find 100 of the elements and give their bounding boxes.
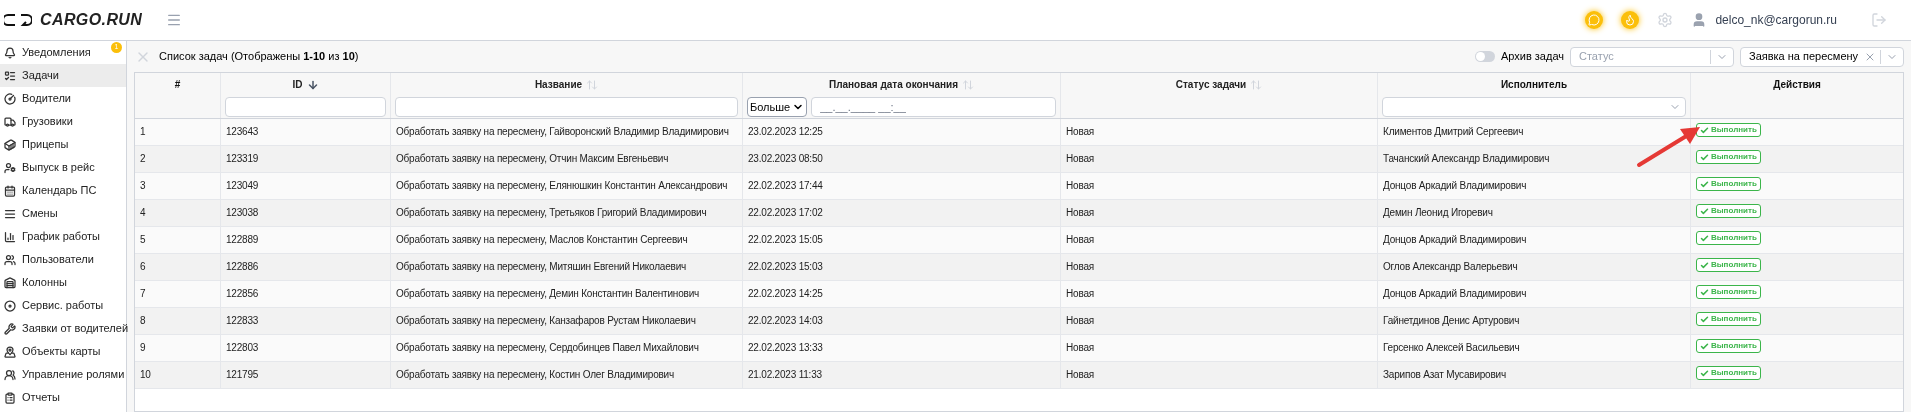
column-header[interactable]: ID: [292, 77, 303, 92]
column-header[interactable]: Название: [534, 77, 583, 92]
table-cell-text: Обработать заявку на пересмену, Костин Олег Владимирович: [396, 368, 675, 382]
toggle-label: Архив задач: [1500, 49, 1564, 65]
sidebar-item[interactable]: Сервис. работы: [0, 294, 126, 317]
table-cell-text: Тачанский Александр Владимирович: [1383, 152, 1551, 166]
filter-input[interactable]: [225, 97, 386, 117]
table-cell-text: 22.02.2023 14:03: [748, 314, 824, 328]
sort-icon[interactable]: [586, 78, 599, 91]
table-cell-text: Новая: [1066, 341, 1095, 355]
table-cell-text: 122833: [226, 314, 260, 328]
table-row[interactable]: 3 123049 Обработать заявку на пересмену, Елянюшкин Константин Александрович 22.02.2023 17:44 Новая Донцов Аркадий Владимирович Выполнить: [135, 173, 1903, 200]
table-row[interactable]: 4 123038 Обработать заявку на пересмену, Третьяков Григорий Владимирович 22.02.2023 17:02 Новая Демин Леонид Игоревич Выполнить: [135, 200, 1903, 227]
table-cell-text: 5: [140, 233, 147, 247]
table-cell-text: Донцов Аркадий Владимирович: [1383, 233, 1528, 247]
table-cell-text: 123038: [226, 206, 260, 220]
sidebar-item[interactable]: Выпуск в рейс: [0, 156, 126, 179]
user-email[interactable]: delco_nk@cargorun.ru: [1715, 11, 1837, 29]
disc-icon: [4, 299, 16, 312]
table-cell-text: Новая: [1066, 152, 1095, 166]
date-input[interactable]: __.__.____ __:__: [811, 97, 1056, 117]
table-cell-text: Новая: [1066, 260, 1095, 274]
table-cell-text: Обработать заявку на пересмену, Демин Константин Валентинович: [396, 287, 701, 301]
table-row[interactable]: 2 123319 Обработать заявку на пересмену, Отчин Максим Евгеньевич 23.02.2023 08:50 Новая Тачанский Александр Владимирович Выполнить: [135, 146, 1903, 173]
table-row[interactable]: 5 122889 Обработать заявку на пересмену, Маслов Константин Сергеевич 22.02.2023 15:05 Новая Донцов Аркадий Владимирович Выполнить: [135, 227, 1903, 254]
menu-icon[interactable]: [166, 12, 183, 28]
table-cell-text: 22.02.2023 17:44: [748, 179, 824, 193]
table-cell-text: Новая: [1066, 206, 1095, 220]
sort-desc-icon[interactable]: [306, 78, 319, 91]
table-cell-text: Гайнетдинов Денис Артурович: [1383, 314, 1521, 328]
check-icon: [1700, 341, 1709, 351]
sidebar-item[interactable]: График работы: [0, 225, 126, 248]
table-cell-text: Обработать заявку на пересмену, Канзафаров Рустам Николаевич: [396, 314, 697, 328]
gauge-icon: [4, 92, 16, 105]
users-icon: [4, 253, 16, 266]
sidebar-item[interactable]: Водители: [0, 87, 126, 110]
table-cell-text: 123049: [226, 179, 260, 193]
filter-input[interactable]: [395, 97, 738, 117]
table-cell-text: 122886: [226, 260, 260, 274]
table-cell-text: 22.02.2023 14:25: [748, 287, 824, 301]
archive-toggle[interactable]: [1474, 51, 1495, 62]
table-cell-text: 6: [140, 260, 147, 274]
table-cell-text: 122803: [226, 341, 260, 355]
check-icon: [1700, 152, 1709, 162]
chat-icon[interactable]: [1585, 11, 1604, 29]
check-icon: [1700, 125, 1709, 135]
table-cell-text: Донцов Аркадий Владимирович: [1383, 179, 1528, 193]
table-row[interactable]: 7 122856 Обработать заявку на пересмену, Демин Константин Валентинович 22.02.2023 14:25 Новая Донцов Аркадий Владимирович Выполнить: [135, 281, 1903, 308]
table-cell-text: Донцов Аркадий Владимирович: [1383, 287, 1528, 301]
flame-icon[interactable]: [1621, 11, 1640, 29]
sidebar-item[interactable]: Грузовики: [0, 110, 126, 133]
table-cell-text: Обработать заявку на пересмену, Третьяков Григорий Владимирович: [396, 206, 708, 220]
sidebar-item[interactable]: Управление ролями: [0, 363, 126, 386]
table-cell-text: Обработать заявку на пересмену, Отчин Максим Евгеньевич: [396, 152, 670, 166]
page-title: Список задач (Отображены 1-10 из 10): [159, 49, 359, 65]
table-cell-text: 123319: [226, 152, 260, 166]
sidebar-item[interactable]: Смены: [0, 202, 126, 225]
building-icon: [4, 276, 16, 289]
sort-icon[interactable]: [1250, 78, 1263, 91]
table-row[interactable]: 9 122803 Обработать заявку на пересмену, Сердобинцев Павел Михайлович 22.02.2023 13:33 Новая Герсенко Алексей Васильевич Выполнить: [135, 335, 1903, 362]
sidebar-item[interactable]: Задачи: [0, 64, 126, 87]
check-icon: [1700, 287, 1709, 297]
table-cell-text: Обработать заявку на пересмену, Елянюшкин Константин Александрович: [396, 179, 729, 193]
settings-icon[interactable]: [1657, 12, 1674, 28]
sidebar-item[interactable]: Прицепы: [0, 133, 126, 156]
sidebar-item[interactable]: Объекты карты: [0, 340, 126, 363]
column-header[interactable]: Плановая дата окончания: [828, 77, 959, 92]
table-row[interactable]: 8 122833 Обработать заявку на пересмену, Канзафаров Рустам Николаевич 22.02.2023 14:03 Новая Гайнетдинов Денис Артурович Выполнить: [135, 308, 1903, 335]
table-row[interactable]: 6 122886 Обработать заявку на пересмену, Митяшин Евгений Николаевич 22.02.2023 15:03 Новая Оглов Александр Валерьевич Выполнить: [135, 254, 1903, 281]
table-row[interactable]: 1 123643 Обработать заявку на пересмену, Гайворонский Владимир Владимирович 23.02.2023 12:25 Новая Климентов Дмитрий Сергеевич Выполнить: [135, 119, 1903, 146]
check-icon: [1700, 260, 1709, 270]
column-header: Исполнитель: [1500, 78, 1568, 92]
sidebar-item[interactable]: Колонны: [0, 271, 126, 294]
lines-icon: [4, 207, 16, 220]
table-cell-text: 4: [140, 206, 147, 220]
assignee-select[interactable]: [1382, 97, 1686, 117]
sidebar-item[interactable]: Отчеты: [0, 386, 126, 409]
column-header: Действия: [1773, 78, 1821, 92]
user-gear-icon: [4, 161, 16, 174]
check-icon: [1700, 314, 1709, 324]
table-cell-text: 22.02.2023 13:33: [748, 341, 824, 355]
table-cell-text: 7: [140, 287, 147, 301]
column-header: #: [174, 78, 181, 92]
table-cell-text: 9: [140, 341, 147, 355]
logout-icon[interactable]: [1871, 12, 1887, 28]
sidebar-item[interactable]: Заявки от водителей: [0, 317, 126, 340]
column-header[interactable]: Статус задачи: [1175, 77, 1247, 92]
table-cell-text: Обработать заявку на пересмену, Митяшин Евгений Николаевич: [396, 260, 688, 274]
sidebar-item[interactable]: Пользователи: [0, 248, 126, 271]
table-cell-text: Обработать заявку на пересмену, Сердобинцев Павел Михайлович: [396, 341, 700, 355]
table-row[interactable]: 10 121795 Обработать заявку на пересмену, Костин Олег Владимирович 21.02.2023 11:33 Новая Зарипов Азат Мусавирович Выполнить: [135, 362, 1903, 389]
logo-text: CARGO.RUN: [40, 10, 143, 30]
table-cell-text: Климентов Дмитрий Сергеевич: [1383, 125, 1525, 139]
operator-select[interactable]: Больше: [747, 97, 808, 117]
sort-icon[interactable]: [962, 78, 975, 91]
truck-icon: [4, 115, 16, 128]
sidebar-item[interactable]: Календарь ПС: [0, 179, 126, 202]
table-cell-text: Новая: [1066, 233, 1095, 247]
table-cell-text: Обработать заявку на пересмену, Маслов Константин Сергеевич: [396, 233, 689, 247]
type-select[interactable]: Заявка на пересмену: [1740, 46, 1904, 67]
